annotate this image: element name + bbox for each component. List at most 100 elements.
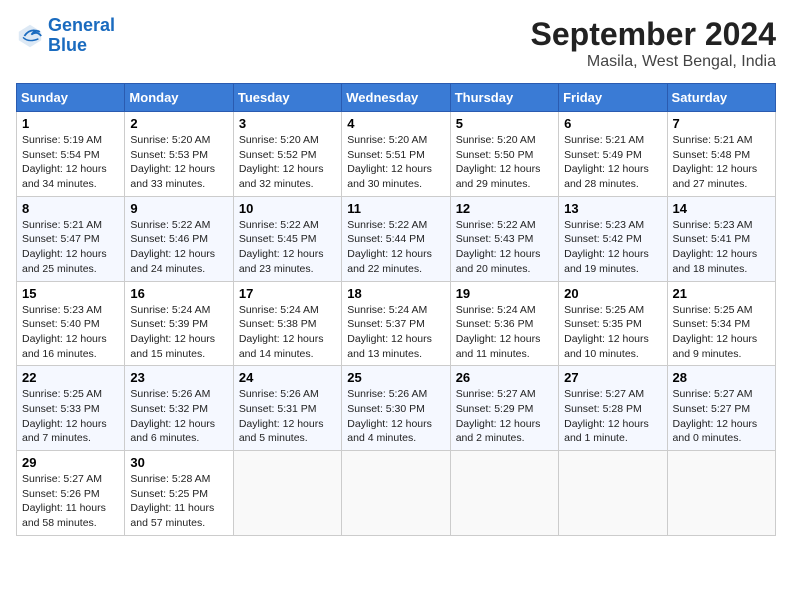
day-number: 10	[239, 201, 336, 216]
day-number: 19	[456, 286, 553, 301]
day-number: 13	[564, 201, 661, 216]
table-row: 11 Sunrise: 5:22 AMSunset: 5:44 PMDayligh…	[342, 196, 450, 281]
logo-icon	[16, 22, 44, 50]
calendar-subtitle: Masila, West Bengal, India	[531, 53, 776, 71]
day-number: 27	[564, 370, 661, 385]
day-info: Sunrise: 5:25 AMSunset: 5:35 PMDaylight:…	[564, 303, 661, 362]
title-block: September 2024 Masila, West Bengal, Indi…	[531, 16, 776, 71]
day-number: 2	[130, 116, 227, 131]
day-number: 18	[347, 286, 444, 301]
day-info: Sunrise: 5:22 AMSunset: 5:45 PMDaylight:…	[239, 218, 336, 277]
table-row: 10 Sunrise: 5:22 AMSunset: 5:45 PMDayligh…	[233, 196, 341, 281]
day-info: Sunrise: 5:23 AMSunset: 5:41 PMDaylight:…	[673, 218, 770, 277]
day-info: Sunrise: 5:19 AMSunset: 5:54 PMDaylight:…	[22, 133, 119, 192]
table-row	[667, 451, 775, 536]
col-friday: Friday	[559, 84, 667, 112]
day-number: 23	[130, 370, 227, 385]
day-info: Sunrise: 5:27 AMSunset: 5:26 PMDaylight:…	[22, 472, 119, 531]
table-row: 17 Sunrise: 5:24 AMSunset: 5:38 PMDayligh…	[233, 281, 341, 366]
table-row	[450, 451, 558, 536]
day-number: 30	[130, 455, 227, 470]
day-info: Sunrise: 5:24 AMSunset: 5:39 PMDaylight:…	[130, 303, 227, 362]
table-row: 25 Sunrise: 5:26 AMSunset: 5:30 PMDayligh…	[342, 366, 450, 451]
day-number: 26	[456, 370, 553, 385]
day-info: Sunrise: 5:23 AMSunset: 5:42 PMDaylight:…	[564, 218, 661, 277]
table-row: 6 Sunrise: 5:21 AMSunset: 5:49 PMDaylight…	[559, 112, 667, 197]
day-info: Sunrise: 5:25 AMSunset: 5:34 PMDaylight:…	[673, 303, 770, 362]
day-info: Sunrise: 5:21 AMSunset: 5:47 PMDaylight:…	[22, 218, 119, 277]
col-saturday: Saturday	[667, 84, 775, 112]
table-row: 29 Sunrise: 5:27 AMSunset: 5:26 PMDayligh…	[17, 451, 125, 536]
calendar-title: September 2024	[531, 16, 776, 53]
day-info: Sunrise: 5:21 AMSunset: 5:48 PMDaylight:…	[673, 133, 770, 192]
day-number: 4	[347, 116, 444, 131]
day-info: Sunrise: 5:20 AMSunset: 5:50 PMDaylight:…	[456, 133, 553, 192]
table-row: 22 Sunrise: 5:25 AMSunset: 5:33 PMDayligh…	[17, 366, 125, 451]
day-info: Sunrise: 5:22 AMSunset: 5:43 PMDaylight:…	[456, 218, 553, 277]
day-info: Sunrise: 5:26 AMSunset: 5:31 PMDaylight:…	[239, 387, 336, 446]
day-number: 7	[673, 116, 770, 131]
day-number: 24	[239, 370, 336, 385]
day-info: Sunrise: 5:25 AMSunset: 5:33 PMDaylight:…	[22, 387, 119, 446]
table-row: 4 Sunrise: 5:20 AMSunset: 5:51 PMDaylight…	[342, 112, 450, 197]
table-row: 19 Sunrise: 5:24 AMSunset: 5:36 PMDayligh…	[450, 281, 558, 366]
logo-text: General Blue	[48, 16, 115, 56]
day-info: Sunrise: 5:21 AMSunset: 5:49 PMDaylight:…	[564, 133, 661, 192]
calendar-week-row: 1Sunrise: 5:19 AMSunset: 5:54 PMDaylight…	[17, 112, 776, 197]
day-number: 20	[564, 286, 661, 301]
day-info: Sunrise: 5:22 AMSunset: 5:46 PMDaylight:…	[130, 218, 227, 277]
table-row	[342, 451, 450, 536]
day-number: 21	[673, 286, 770, 301]
day-number: 6	[564, 116, 661, 131]
calendar-week-row: 15 Sunrise: 5:23 AMSunset: 5:40 PMDayligh…	[17, 281, 776, 366]
calendar-week-row: 29 Sunrise: 5:27 AMSunset: 5:26 PMDayligh…	[17, 451, 776, 536]
table-row: 7 Sunrise: 5:21 AMSunset: 5:48 PMDaylight…	[667, 112, 775, 197]
day-info: Sunrise: 5:22 AMSunset: 5:44 PMDaylight:…	[347, 218, 444, 277]
table-row	[233, 451, 341, 536]
table-row: 3 Sunrise: 5:20 AMSunset: 5:52 PMDaylight…	[233, 112, 341, 197]
table-row: 16 Sunrise: 5:24 AMSunset: 5:39 PMDayligh…	[125, 281, 233, 366]
day-number: 11	[347, 201, 444, 216]
calendar-header-row: Sunday Monday Tuesday Wednesday Thursday…	[17, 84, 776, 112]
table-row: 28 Sunrise: 5:27 AMSunset: 5:27 PMDayligh…	[667, 366, 775, 451]
table-row: 13 Sunrise: 5:23 AMSunset: 5:42 PMDayligh…	[559, 196, 667, 281]
table-row: 2 Sunrise: 5:20 AMSunset: 5:53 PMDaylight…	[125, 112, 233, 197]
day-number: 28	[673, 370, 770, 385]
day-info: Sunrise: 5:28 AMSunset: 5:25 PMDaylight:…	[130, 472, 227, 531]
table-row: 12Sunrise: 5:22 AMSunset: 5:43 PMDayligh…	[450, 196, 558, 281]
table-row: 27Sunrise: 5:27 AMSunset: 5:28 PMDayligh…	[559, 366, 667, 451]
day-info: Sunrise: 5:20 AMSunset: 5:51 PMDaylight:…	[347, 133, 444, 192]
table-row	[559, 451, 667, 536]
table-row: 1Sunrise: 5:19 AMSunset: 5:54 PMDaylight…	[17, 112, 125, 197]
day-info: Sunrise: 5:23 AMSunset: 5:40 PMDaylight:…	[22, 303, 119, 362]
day-number: 3	[239, 116, 336, 131]
table-row: 30 Sunrise: 5:28 AMSunset: 5:25 PMDayligh…	[125, 451, 233, 536]
col-sunday: Sunday	[17, 84, 125, 112]
day-info: Sunrise: 5:27 AMSunset: 5:27 PMDaylight:…	[673, 387, 770, 446]
table-row: 15 Sunrise: 5:23 AMSunset: 5:40 PMDayligh…	[17, 281, 125, 366]
day-number: 25	[347, 370, 444, 385]
table-row: 20 Sunrise: 5:25 AMSunset: 5:35 PMDayligh…	[559, 281, 667, 366]
day-number: 16	[130, 286, 227, 301]
calendar-table: Sunday Monday Tuesday Wednesday Thursday…	[16, 83, 776, 536]
table-row: 24 Sunrise: 5:26 AMSunset: 5:31 PMDayligh…	[233, 366, 341, 451]
day-number: 9	[130, 201, 227, 216]
day-info: Sunrise: 5:24 AMSunset: 5:38 PMDaylight:…	[239, 303, 336, 362]
day-number: 22	[22, 370, 119, 385]
day-number: 15	[22, 286, 119, 301]
day-info: Sunrise: 5:20 AMSunset: 5:53 PMDaylight:…	[130, 133, 227, 192]
day-info: Sunrise: 5:27 AMSunset: 5:29 PMDaylight:…	[456, 387, 553, 446]
day-info: Sunrise: 5:24 AMSunset: 5:36 PMDaylight:…	[456, 303, 553, 362]
col-tuesday: Tuesday	[233, 84, 341, 112]
day-number: 17	[239, 286, 336, 301]
day-info: Sunrise: 5:20 AMSunset: 5:52 PMDaylight:…	[239, 133, 336, 192]
day-number: 14	[673, 201, 770, 216]
table-row: 9 Sunrise: 5:22 AMSunset: 5:46 PMDaylight…	[125, 196, 233, 281]
table-row: 23Sunrise: 5:26 AMSunset: 5:32 PMDayligh…	[125, 366, 233, 451]
day-info: Sunrise: 5:26 AMSunset: 5:30 PMDaylight:…	[347, 387, 444, 446]
col-monday: Monday	[125, 84, 233, 112]
table-row: 14 Sunrise: 5:23 AMSunset: 5:41 PMDayligh…	[667, 196, 775, 281]
day-number: 5	[456, 116, 553, 131]
day-number: 8	[22, 201, 119, 216]
day-number: 29	[22, 455, 119, 470]
